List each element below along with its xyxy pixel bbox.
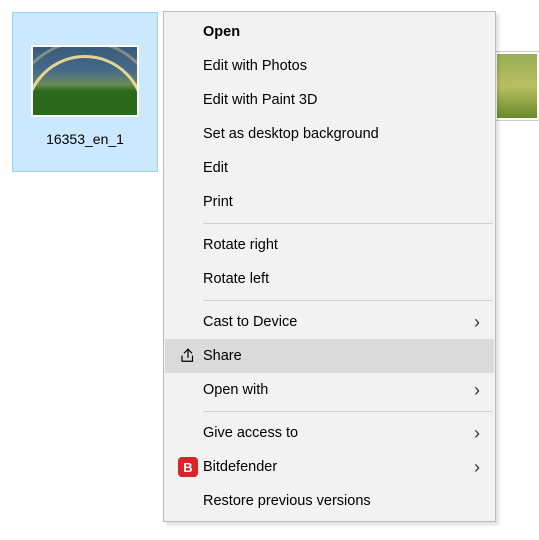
chevron-right-icon: › [464, 381, 480, 400]
chevron-right-icon: › [464, 424, 480, 443]
menu-label: Open with [203, 382, 464, 398]
menu-label: Restore previous versions [203, 493, 480, 509]
menu-label: Share [203, 348, 480, 364]
menu-open[interactable]: Open [165, 15, 494, 49]
menu-share[interactable]: Share [165, 339, 494, 373]
menu-edit[interactable]: Edit [165, 151, 494, 185]
menu-label: Rotate right [203, 237, 480, 253]
menu-separator [203, 300, 493, 301]
menu-set-wallpaper[interactable]: Set as desktop background [165, 117, 494, 151]
menu-rotate-left[interactable]: Rotate left [165, 262, 494, 296]
menu-bitdefender[interactable]: B Bitdefender › [165, 450, 494, 484]
bitdefender-icon: B [173, 457, 203, 477]
file-thumbnail [31, 45, 139, 117]
menu-open-with[interactable]: Open with › [165, 373, 494, 407]
menu-cast-to-device[interactable]: Cast to Device › [165, 305, 494, 339]
menu-label: Edit with Paint 3D [203, 92, 480, 108]
menu-label: Cast to Device [203, 314, 464, 330]
context-menu: Open Edit with Photos Edit with Paint 3D… [163, 11, 496, 522]
share-icon [173, 347, 203, 365]
chevron-right-icon: › [464, 313, 480, 332]
menu-rotate-right[interactable]: Rotate right [165, 228, 494, 262]
adjacent-thumbnail[interactable] [495, 52, 539, 120]
menu-label: Set as desktop background [203, 126, 480, 142]
menu-edit-with-paint3d[interactable]: Edit with Paint 3D [165, 83, 494, 117]
menu-give-access-to[interactable]: Give access to › [165, 416, 494, 450]
menu-label: Give access to [203, 425, 464, 441]
file-item[interactable]: 16353_en_1 [12, 12, 158, 172]
menu-label: Print [203, 194, 480, 210]
menu-restore-previous-versions[interactable]: Restore previous versions [165, 484, 494, 518]
menu-print[interactable]: Print [165, 185, 494, 219]
menu-label: Edit with Photos [203, 58, 480, 74]
menu-label: Bitdefender [203, 459, 464, 475]
menu-edit-with-photos[interactable]: Edit with Photos [165, 49, 494, 83]
rainbow-arc-outer [31, 45, 139, 117]
file-name-label: 16353_en_1 [17, 131, 153, 147]
menu-separator [203, 223, 493, 224]
chevron-right-icon: › [464, 458, 480, 477]
menu-label: Open [203, 24, 480, 40]
menu-label: Edit [203, 160, 480, 176]
menu-label: Rotate left [203, 271, 480, 287]
menu-separator [203, 411, 493, 412]
